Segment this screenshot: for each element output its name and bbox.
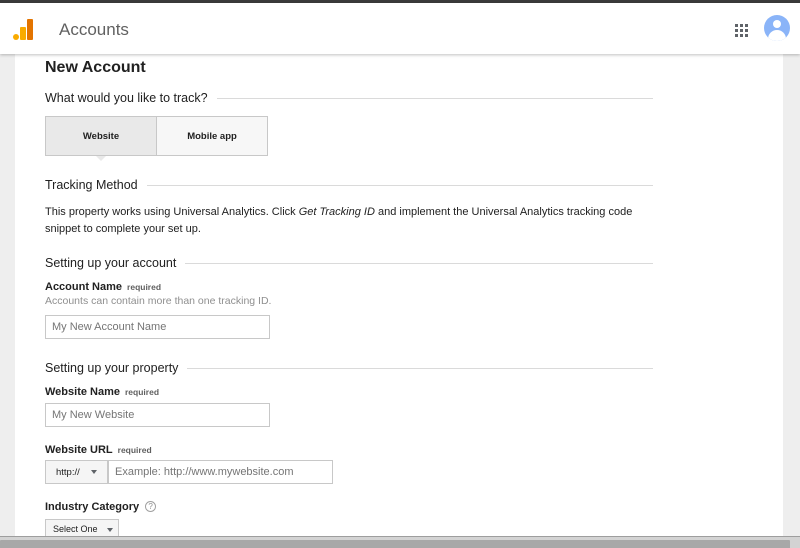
page-title: New Account <box>45 59 146 76</box>
account-avatar-icon[interactable] <box>764 15 790 41</box>
section-track-title: What would you like to track? <box>45 91 208 105</box>
track-type-toggle: Website Mobile app <box>45 116 268 161</box>
apps-grid-icon[interactable] <box>735 24 749 38</box>
website-name-input[interactable] <box>45 403 270 427</box>
new-account-panel: New Account What would you like to track… <box>15 54 783 539</box>
website-url-input[interactable] <box>108 460 333 484</box>
top-app-bar: Accounts <box>0 3 800 54</box>
website-name-label: Website Name required <box>45 386 160 398</box>
section-account: Setting up your account <box>45 253 653 273</box>
url-protocol-value: http:// <box>56 466 80 478</box>
analytics-logo-icon[interactable] <box>13 19 34 40</box>
section-property-title: Setting up your property <box>45 361 179 375</box>
required-marker: required <box>125 387 160 397</box>
industry-category-value: Select One <box>53 524 98 534</box>
section-tracking-method: Tracking Method <box>45 175 653 195</box>
horizontal-scrollbar[interactable] <box>0 536 800 548</box>
url-protocol-select[interactable]: http:// <box>45 460 108 484</box>
industry-category-label: Industry Category? <box>45 501 157 513</box>
scrollbar-thumb[interactable] <box>0 540 790 548</box>
account-name-input[interactable] <box>45 315 270 339</box>
account-name-label: Account Name required <box>45 281 162 293</box>
website-url-label: Website URL required <box>45 444 152 456</box>
chevron-down-icon <box>91 470 97 474</box>
app-title: Accounts <box>59 20 129 39</box>
required-marker: required <box>117 445 152 455</box>
help-icon[interactable]: ? <box>145 501 157 512</box>
section-track: What would you like to track? <box>45 88 653 108</box>
section-divider <box>185 263 653 264</box>
tracking-method-description: This property works using Universal Anal… <box>45 206 633 235</box>
track-mobile-app-option[interactable]: Mobile app <box>157 117 267 155</box>
section-divider <box>187 368 653 369</box>
section-divider <box>146 185 653 186</box>
section-divider <box>216 98 653 99</box>
track-website-option[interactable]: Website <box>46 117 157 161</box>
section-property: Setting up your property <box>45 358 653 378</box>
section-account-title: Setting up your account <box>45 256 177 270</box>
account-name-help: Accounts can contain more than one track… <box>45 295 272 307</box>
get-tracking-id-emphasis: Get Tracking ID <box>298 206 375 218</box>
chevron-down-icon <box>107 528 113 532</box>
section-tracking-method-title: Tracking Method <box>45 178 138 192</box>
required-marker: required <box>127 282 162 292</box>
